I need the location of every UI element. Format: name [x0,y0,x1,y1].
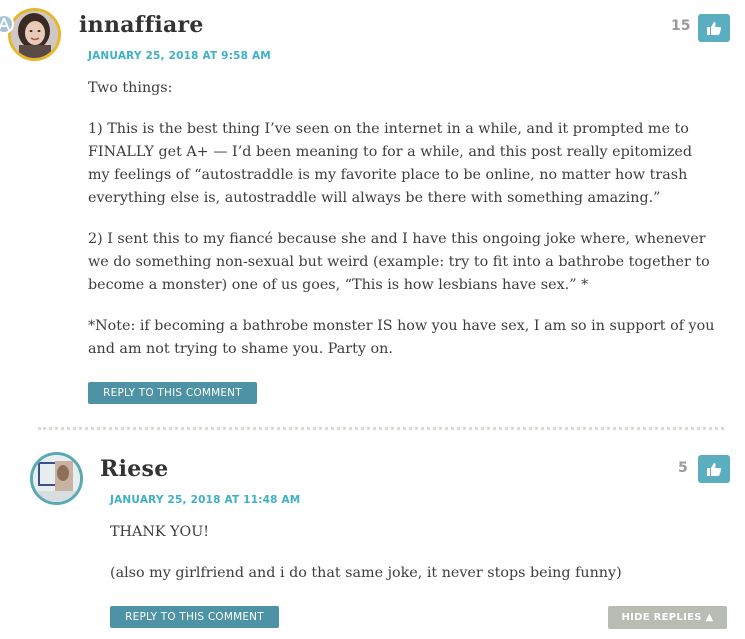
comment-text: *Note: if becoming a bathrobe monster IS… [88,318,715,357]
comment-text: 2) I sent this to my fiancé because she … [88,231,710,293]
reply-button[interactable]: REPLY TO THIS COMMENT [110,606,279,628]
avatar-image [33,455,80,502]
thumbs-up-icon [707,21,722,35]
comment-date[interactable]: JANUARY 25, 2018 AT 9:58 AM [88,50,271,62]
like-count: 15 [671,18,691,34]
reply-button[interactable]: REPLY TO THIS COMMENT [88,382,257,404]
comment-date[interactable]: JANUARY 25, 2018 AT 11:48 AM [110,494,300,506]
thumbs-up-icon [707,462,722,476]
comment-divider [38,427,724,430]
user-avatar[interactable] [8,8,61,61]
comment-author[interactable]: innaffiare [79,12,204,38]
avatar-image [11,11,58,58]
comment-author[interactable]: Riese [100,456,169,482]
user-avatar[interactable] [30,452,83,505]
like-count: 5 [678,460,688,476]
comment-text: Two things: [88,80,173,96]
like-button[interactable] [698,455,730,483]
hide-replies-button[interactable]: HIDE REPLIES ▲ [608,606,727,629]
comment-text: THANK YOU! [110,524,210,540]
comment-text: 1) This is the best thing I’ve seen on t… [88,121,692,206]
a-plus-member-badge-icon [0,14,14,34]
comment-text: (also my girlfriend and i do that same j… [110,565,622,581]
like-button[interactable] [698,14,730,42]
